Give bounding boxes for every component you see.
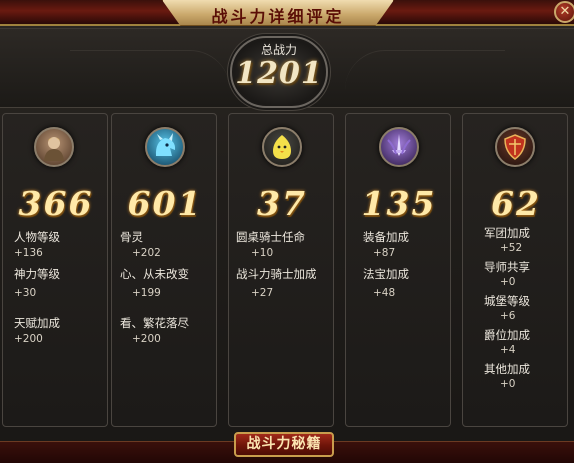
stat-value: +87 xyxy=(373,247,396,259)
stat-value: +200 xyxy=(14,333,43,345)
stat-value: +136 xyxy=(14,247,43,259)
stat-name: 其他加成 xyxy=(484,362,530,376)
stat-value: +4 xyxy=(500,344,516,356)
stat-name: 天赋加成 xyxy=(14,316,60,330)
power-column-knight: 37 圆桌骑士任命 +10 战斗力骑士加成 +27 xyxy=(228,113,334,427)
power-column-legion: 62 军团加成 +52 导师共享 +0 城堡等级 +6 爵位加成 +4 其他加成… xyxy=(462,113,568,427)
stat-value: +48 xyxy=(373,287,396,299)
stat-name: 人物等级 xyxy=(14,230,60,244)
dragon-head-icon xyxy=(145,127,185,167)
stat-value: +6 xyxy=(500,310,516,322)
stat-value: +0 xyxy=(500,276,516,288)
stat-name: 神力等级 xyxy=(14,267,60,281)
window-title: 战斗力详细评定 xyxy=(211,7,345,26)
close-button[interactable]: ✕ xyxy=(554,1,574,23)
left-ornament xyxy=(70,50,230,90)
knight-portrait-icon xyxy=(34,127,74,167)
column-score: 37 xyxy=(257,184,307,223)
power-column-equipment: 135 装备加成 +87 法宝加成 +48 xyxy=(345,113,451,427)
stat-name: 看、繁花落尽 xyxy=(120,316,189,330)
right-ornament xyxy=(345,50,505,90)
stat-name: 装备加成 xyxy=(363,230,409,244)
stat-name: 心、从未改变 xyxy=(120,267,189,281)
stat-name: 军团加成 xyxy=(484,226,530,240)
column-score: 135 xyxy=(361,184,437,223)
column-score: 366 xyxy=(18,184,94,223)
stat-value: +202 xyxy=(132,247,161,259)
stat-name: 骨灵 xyxy=(120,230,143,244)
stat-name: 爵位加成 xyxy=(484,328,530,342)
stat-name: 法宝加成 xyxy=(363,267,409,281)
power-guide-button[interactable]: 战斗力秘籍 xyxy=(234,432,334,457)
column-score: 601 xyxy=(127,184,203,223)
power-column-character: 366 人物等级 +136 神力等级 +30 天赋加成 +200 xyxy=(2,113,108,427)
total-power-value: 1201 xyxy=(235,56,323,91)
yellow-chick-icon xyxy=(262,127,302,167)
purple-sword-emblem-icon xyxy=(379,127,419,167)
column-score: 62 xyxy=(491,184,541,223)
stat-name: 城堡等级 xyxy=(484,294,530,308)
stat-value: +199 xyxy=(132,287,161,299)
stat-name: 导师共享 xyxy=(484,260,530,274)
power-column-spirit: 601 骨灵 +202 心、从未改变 +199 看、繁花落尽 +200 xyxy=(111,113,217,427)
stat-value: +52 xyxy=(500,242,523,254)
stat-value: +0 xyxy=(500,378,516,390)
stat-value: +200 xyxy=(132,333,161,345)
stat-name: 圆桌骑士任命 xyxy=(236,230,305,244)
stat-name: 战斗力骑士加成 xyxy=(236,267,317,281)
red-shield-icon xyxy=(495,127,535,167)
stat-value: +30 xyxy=(14,287,37,299)
stat-value: +10 xyxy=(251,247,274,259)
stat-value: +27 xyxy=(251,287,274,299)
